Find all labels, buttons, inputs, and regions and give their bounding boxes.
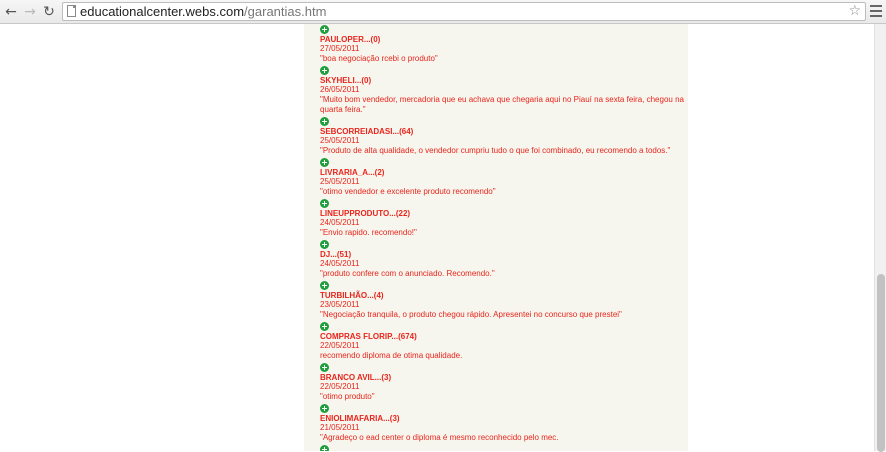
feedback-user[interactable]: BRANCO AVIL...(3) — [320, 373, 686, 382]
feedback-user[interactable]: DJ...(51) — [320, 250, 686, 259]
feedback-item: LIVRARIA_A...(2) 25/05/2011 "otimo vendedo… — [320, 158, 686, 197]
feedback-comment: "otimo produto" — [320, 392, 375, 401]
plus-icon[interactable] — [320, 404, 329, 413]
feedback-comment: "Negociação tranquila, o produto chegou … — [320, 310, 622, 319]
feedback-comment: "Muito bom vendedor, mercadoria que eu a… — [320, 95, 684, 114]
feedback-user[interactable]: SEBCORREIADASI...(64) — [320, 127, 686, 136]
plus-icon[interactable] — [320, 322, 329, 331]
reload-icon[interactable]: ↻ — [40, 3, 58, 21]
feedback-item: PAULOPER...(0) 27/05/2011 "boa negociação … — [320, 25, 686, 64]
feedback-item: DJ...(51) 24/05/2011 "produto confere com … — [320, 240, 686, 279]
feedback-user[interactable]: LIVRARIA_A...(2) — [320, 168, 686, 177]
feedback-list: PAULOPER...(0) 27/05/2011 "boa negociação … — [320, 24, 686, 451]
plus-icon[interactable] — [320, 240, 329, 249]
vertical-scrollbar[interactable] — [874, 24, 886, 452]
back-icon[interactable]: ← — [2, 3, 20, 21]
browser-toolbar: ← → ↻ educationalcenter.webs.com/garanti… — [0, 0, 886, 24]
feedback-date: 24/05/2011 — [320, 218, 360, 227]
feedback-date: 26/05/2011 — [320, 85, 360, 94]
plus-icon[interactable] — [320, 117, 329, 126]
feedback-comment: "boa negociação rcebi o produto" — [320, 54, 438, 63]
feedback-comment: recomendo diploma de otima qualidade. — [320, 351, 463, 360]
plus-icon[interactable] — [320, 281, 329, 290]
feedback-user[interactable]: SKYHELI...(0) — [320, 76, 686, 85]
plus-icon[interactable] — [320, 25, 329, 34]
feedback-item: TURBILHÃO...(4) 23/05/2011 "Negociação tra… — [320, 281, 686, 320]
star-icon[interactable]: ☆ — [848, 3, 861, 20]
feedback-date: 25/05/2011 — [320, 136, 360, 145]
feedback-comment: "otimo vendedor e excelente produto reco… — [320, 187, 496, 196]
feedback-item: LINEUPPRODUTO...(22) 24/05/2011 "Envio rap… — [320, 199, 686, 238]
feedback-item: ENIOLIMAFARIA...(3) 21/05/2011 "Agradeço o… — [320, 404, 686, 443]
feedback-date: 22/05/2011 — [320, 341, 360, 350]
feedback-comment: "Agradeço o ead center o diploma é mesmo… — [320, 433, 559, 442]
feedback-user[interactable]: LINEUPPRODUTO...(22) — [320, 209, 686, 218]
plus-icon[interactable] — [320, 158, 329, 167]
feedback-item: SEBCORREIADASI...(64) 25/05/2011 "Produto … — [320, 117, 686, 156]
plus-icon[interactable] — [320, 363, 329, 372]
url-path: /garantias.htm — [244, 4, 327, 19]
feedback-user[interactable]: TURBILHÃO...(4) — [320, 291, 686, 300]
feedback-user[interactable]: COMPRAS FLORIP...(674) — [320, 332, 686, 341]
url-domain: educationalcenter.webs.com — [80, 4, 245, 19]
feedback-date: 24/05/2011 — [320, 259, 360, 268]
feedback-item: SKYHELI...(0) 26/05/2011 "Muito bom vended… — [320, 66, 686, 115]
content-column: PAULOPER...(0) 27/05/2011 "boa negociação … — [304, 24, 688, 451]
feedback-date: 21/05/2011 — [320, 423, 360, 432]
feedback-item: OVERA...(241) — [320, 445, 686, 451]
scrollbar-thumb[interactable] — [877, 274, 885, 452]
feedback-user[interactable]: PAULOPER...(0) — [320, 35, 686, 44]
forward-icon[interactable]: → — [21, 3, 39, 21]
page-icon — [67, 5, 76, 17]
feedback-date: 22/05/2011 — [320, 382, 360, 391]
feedback-user[interactable]: ENIOLIMAFARIA...(3) — [320, 414, 686, 423]
feedback-date: 27/05/2011 — [320, 44, 360, 53]
url-text[interactable]: educationalcenter.webs.com/garantias.htm — [80, 4, 326, 20]
feedback-item: COMPRAS FLORIP...(674) 22/05/2011 recomend… — [320, 322, 686, 361]
hamburger-menu-icon[interactable] — [870, 5, 882, 19]
feedback-item: BRANCO AVIL...(3) 22/05/2011 "otimo produt… — [320, 363, 686, 402]
plus-icon[interactable] — [320, 66, 329, 75]
feedback-date: 23/05/2011 — [320, 300, 360, 309]
address-bar[interactable]: educationalcenter.webs.com/garantias.htm… — [62, 2, 866, 21]
feedback-comment: "Envio rapido. recomendo!" — [320, 228, 417, 237]
plus-icon[interactable] — [320, 445, 329, 451]
feedback-comment: "produto confere com o anunciado. Recome… — [320, 269, 495, 278]
plus-icon[interactable] — [320, 199, 329, 208]
feedback-date: 25/05/2011 — [320, 177, 360, 186]
feedback-comment: "Produto de alta qualidade, o vendedor c… — [320, 146, 671, 155]
page-content: PAULOPER...(0) 27/05/2011 "boa negociação … — [0, 24, 874, 451]
